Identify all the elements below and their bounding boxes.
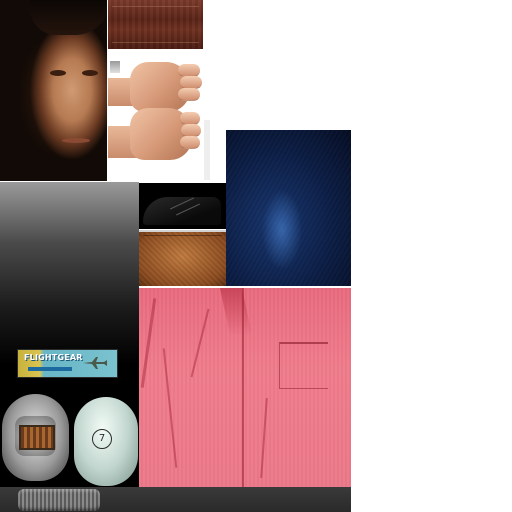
mouth <box>62 138 90 143</box>
helmet-logo: 7 <box>92 429 112 449</box>
label-stripe <box>28 367 72 371</box>
leather-wallet <box>139 230 226 286</box>
flightgear-label: FLIGHTGEAR <box>17 349 118 378</box>
headset-earcup <box>2 394 69 481</box>
finger <box>180 136 200 149</box>
belt-stitch <box>112 6 199 7</box>
shirt-texture <box>139 288 351 487</box>
jeans-texture <box>226 130 351 286</box>
ribbed-grip <box>18 489 100 511</box>
shirt-placket <box>242 288 244 487</box>
helmet-cap: 7 <box>74 397 138 486</box>
shirt-fold <box>140 298 157 388</box>
earcup-pad <box>19 425 55 450</box>
edge-bar <box>204 120 210 180</box>
airplane-icon <box>83 357 107 369</box>
hair <box>30 0 107 35</box>
shirt-collar <box>219 288 253 336</box>
right-eye <box>82 70 98 76</box>
belt-stitch <box>112 42 199 43</box>
shirt-fold <box>260 398 268 478</box>
shoe-texture <box>139 183 226 229</box>
fist-lower <box>108 104 203 166</box>
shirt-fold <box>190 308 210 378</box>
face-texture <box>0 0 107 181</box>
belt-texture <box>108 0 203 49</box>
shirt-fold <box>162 348 178 468</box>
finger <box>178 88 200 101</box>
flightgear-label-title: FLIGHTGEAR <box>24 353 83 362</box>
shirt-pocket <box>279 342 328 389</box>
left-eye <box>50 70 66 76</box>
wallet-seam <box>143 235 222 236</box>
